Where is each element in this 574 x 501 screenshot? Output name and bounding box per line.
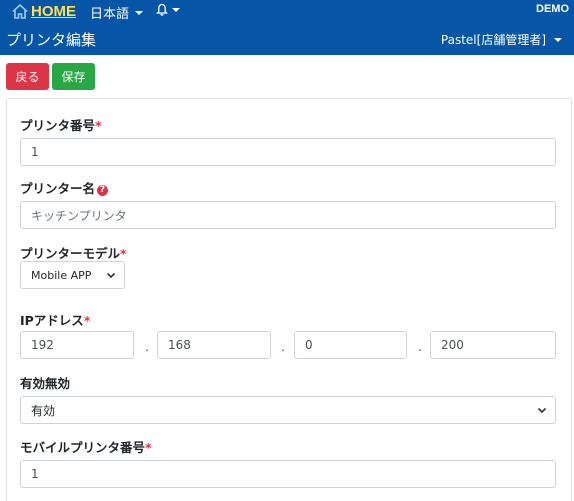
caret-down-icon <box>554 37 562 42</box>
chevron-down-icon <box>537 407 547 414</box>
printer-number-input[interactable]: 1 <box>20 138 556 166</box>
notifications-dropdown[interactable] <box>156 3 180 16</box>
ip-octet-1-input[interactable]: 192 <box>20 331 134 359</box>
ip-octet-2-input[interactable]: 168 <box>157 331 271 359</box>
home-label[interactable]: HOME <box>31 3 76 20</box>
bell-icon <box>156 3 168 16</box>
top-header: HOME 日本語 DEMO プリンタ編集 Pastel[店舗管理者] <box>0 0 574 55</box>
store-user-label: Pastel[店舗管理者] <box>440 33 546 47</box>
ip-octet-3-input[interactable]: 0 <box>294 331 407 359</box>
language-dropdown[interactable]: 日本語 <box>90 3 144 22</box>
ip-separator: . <box>418 340 422 354</box>
company-name: DEMO <box>536 3 569 15</box>
save-button[interactable]: 保存 <box>52 63 95 90</box>
back-button[interactable]: 戻る <box>6 63 49 90</box>
printer-name-input[interactable]: キッチンプリンタ <box>20 201 556 229</box>
enabled-select[interactable]: 有効 <box>20 396 556 424</box>
home-icon <box>12 4 28 19</box>
printer-model-label: プリンターモデル* <box>20 246 127 261</box>
printer-model-value: Mobile APP <box>31 268 92 282</box>
language-label: 日本語 <box>90 7 130 22</box>
ip-separator: . <box>281 340 285 354</box>
ip-separator: . <box>145 340 149 354</box>
printer-name-label: プリンター名? <box>20 178 109 197</box>
printer-number-label: プリンタ番号* <box>20 118 102 133</box>
chevron-down-icon <box>106 272 116 279</box>
mobile-printer-number-input[interactable]: 1 <box>20 460 556 488</box>
page-title: プリンタ編集 <box>6 31 97 49</box>
enabled-label: 有効無効 <box>20 376 71 391</box>
ip-address-label: IPアドレス* <box>20 313 91 328</box>
caret-down-icon <box>172 7 180 12</box>
store-user-dropdown[interactable]: Pastel[店舗管理者] <box>441 31 562 48</box>
caret-down-icon <box>135 10 144 15</box>
ip-octet-4-input[interactable]: 200 <box>430 331 556 359</box>
home-link[interactable]: HOME <box>12 3 76 20</box>
help-icon[interactable]: ? <box>97 185 109 196</box>
enabled-value: 有効 <box>31 403 56 418</box>
mobile-printer-number-label: モバイルプリンタ番号* <box>20 440 152 455</box>
printer-model-select[interactable]: Mobile APP <box>20 261 125 289</box>
